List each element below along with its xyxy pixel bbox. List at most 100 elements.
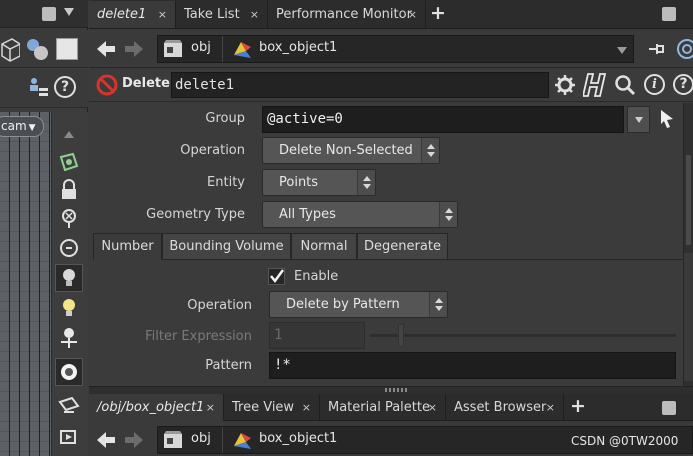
info-icon[interactable]: i xyxy=(644,74,665,95)
number-operation-menu[interactable]: Delete by Pattern xyxy=(269,291,448,318)
visibility-icon[interactable] xyxy=(55,204,83,232)
viewer-toolbar xyxy=(0,30,88,68)
group-field[interactable]: @active=0 xyxy=(262,106,624,133)
select-people-icon[interactable] xyxy=(26,76,50,100)
arrow-up-icon[interactable] xyxy=(55,120,83,148)
filter-expression-slider-handle[interactable] xyxy=(398,324,404,347)
viewer-toolbar-secondary: ? xyxy=(0,68,88,108)
tab-asset-browser[interactable]: Asset Browser × xyxy=(446,394,564,421)
snap-icon[interactable] xyxy=(55,148,83,176)
help-icon[interactable]: ? xyxy=(673,74,693,95)
tab-label: delete1 xyxy=(97,7,147,22)
delete-node-icon xyxy=(96,74,118,96)
tab-delete1[interactable]: delete1 × xyxy=(89,1,176,28)
entity-menu[interactable]: Points xyxy=(262,169,376,196)
light-bulb-icon[interactable] xyxy=(55,264,83,292)
scene-viewport[interactable] xyxy=(0,112,51,456)
gear-icon[interactable] xyxy=(554,74,576,96)
cube-icon[interactable] xyxy=(0,36,20,62)
chevron-down-icon[interactable] xyxy=(64,8,74,16)
main-tab-bar: delete1 × Take List × Performance Monito… xyxy=(89,0,693,29)
back-arrow-icon[interactable] xyxy=(95,430,117,450)
close-icon[interactable]: × xyxy=(302,394,311,421)
splitter-grip[interactable] xyxy=(385,388,409,392)
select-arrow-icon[interactable] xyxy=(658,108,676,130)
path-object-label[interactable]: box_object1 xyxy=(259,40,337,55)
chevron-down-icon[interactable] xyxy=(617,47,627,54)
pane-menu-icon[interactable] xyxy=(42,7,56,21)
shading-mode-icon[interactable] xyxy=(55,358,83,386)
forward-arrow-icon[interactable] xyxy=(123,39,145,59)
headlight-icon[interactable] xyxy=(55,234,83,262)
close-icon[interactable]: × xyxy=(408,1,417,28)
ambient-light-icon[interactable] xyxy=(55,294,83,322)
bottom-tab-bar: /obj/box_object1 × Tree View × Material … xyxy=(89,394,693,421)
filter-expression-label: Filter Expression xyxy=(145,329,252,344)
viewport-tool-strip xyxy=(51,112,88,456)
skeleton-icon[interactable] xyxy=(55,324,83,352)
pane-menu-icon[interactable] xyxy=(662,7,676,21)
pin-icon[interactable] xyxy=(647,40,669,58)
tab-label: /obj/box_object1 xyxy=(97,400,205,415)
filter-expression-field[interactable]: 1 xyxy=(269,322,365,349)
houdini-help-icon[interactable] xyxy=(583,72,607,98)
spinner-arrows-icon xyxy=(429,292,447,317)
tab-label: Performance Monitor xyxy=(276,7,412,22)
pane-menu-icon[interactable] xyxy=(662,401,676,415)
enable-checkbox[interactable] xyxy=(268,268,285,285)
pane-splitter[interactable] xyxy=(89,386,693,394)
close-icon[interactable]: × xyxy=(428,394,437,421)
tab-material-palette[interactable]: Material Palette × xyxy=(320,394,446,421)
path-separator xyxy=(222,36,223,62)
geometry-type-menu[interactable]: All Types xyxy=(262,201,458,228)
path-context-label[interactable]: obj xyxy=(191,40,211,55)
tab-label: Tree View xyxy=(232,400,295,415)
geometry-type-value: All Types xyxy=(279,207,336,222)
parameter-scrollbar[interactable] xyxy=(683,103,693,386)
path-field[interactable]: obj box_object1 xyxy=(157,35,634,63)
add-tab-button[interactable]: + xyxy=(570,395,586,417)
operation-value: Delete Non-Selected xyxy=(279,143,413,158)
filter-expression-slider-track[interactable] xyxy=(370,334,676,337)
display-options-icon[interactable] xyxy=(56,38,78,60)
close-icon[interactable]: × xyxy=(250,1,259,28)
number-operation-value: Delete by Pattern xyxy=(286,297,400,312)
tab-label: Asset Browser xyxy=(454,400,547,415)
tab-tree-view[interactable]: Tree View × xyxy=(224,394,320,421)
close-icon[interactable]: × xyxy=(158,1,167,28)
camera-menu-button[interactable]: cam ▼ xyxy=(0,116,44,137)
forward-arrow-icon[interactable] xyxy=(123,430,145,450)
geometry-object-icon xyxy=(234,433,251,449)
parameter-header: Delete delete1 i ? xyxy=(89,69,693,102)
help-icon[interactable]: ? xyxy=(54,76,76,98)
node-name-field[interactable]: delete1 xyxy=(171,72,549,98)
camera-label: cam xyxy=(1,119,27,133)
link-icon[interactable] xyxy=(675,37,693,61)
search-icon[interactable] xyxy=(614,74,636,96)
flipbook-icon[interactable] xyxy=(55,424,83,452)
tab-obj-box-object1[interactable]: /obj/box_object1 × xyxy=(89,394,224,421)
close-icon[interactable]: × xyxy=(546,394,555,421)
tab-take-list[interactable]: Take List × xyxy=(176,1,268,28)
path-object-label[interactable]: box_object1 xyxy=(259,431,337,446)
tab-performance-monitor[interactable]: Performance Monitor × xyxy=(268,1,426,28)
tab-bounding-volume[interactable]: Bounding Volume xyxy=(162,233,291,260)
lock-icon[interactable] xyxy=(55,176,83,204)
add-tab-button[interactable]: + xyxy=(430,2,446,24)
back-arrow-icon[interactable] xyxy=(95,39,117,59)
scrollbar-thumb[interactable] xyxy=(686,155,691,245)
group-menu-button[interactable] xyxy=(627,106,650,133)
spinner-arrows-icon xyxy=(421,138,439,163)
node-type-label: Delete xyxy=(122,76,170,91)
entity-value: Points xyxy=(279,175,319,190)
tab-normal[interactable]: Normal xyxy=(291,233,357,260)
tab-degenerate[interactable]: Degenerate xyxy=(357,233,448,260)
close-icon[interactable]: × xyxy=(206,394,215,421)
pattern-field[interactable]: !* xyxy=(269,352,676,379)
tab-number[interactable]: Number xyxy=(93,233,162,260)
path-context-label[interactable]: obj xyxy=(191,431,211,446)
shader-balls-icon[interactable] xyxy=(24,36,50,62)
operation-menu[interactable]: Delete Non-Selected xyxy=(262,137,440,164)
camera-view-icon[interactable] xyxy=(55,392,83,420)
path-separator xyxy=(222,427,223,453)
